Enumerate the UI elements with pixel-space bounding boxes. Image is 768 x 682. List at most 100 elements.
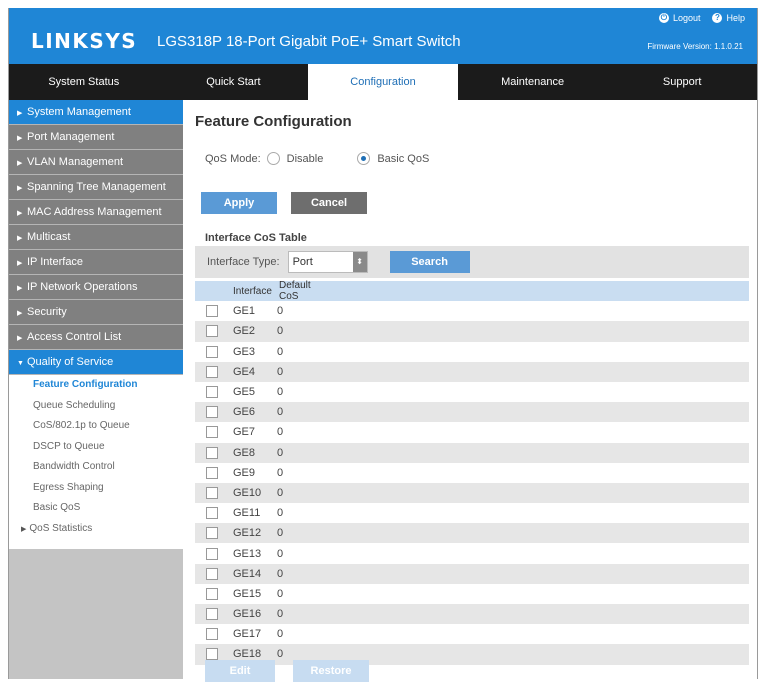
row-check-cell <box>195 567 229 580</box>
row-check-cell <box>195 305 229 318</box>
tab-configuration[interactable]: Configuration <box>308 64 458 100</box>
sidebar-item-quality-of-service[interactable]: ▼ Quality of Service <box>9 350 183 375</box>
firmware-version: Firmware Version: 1.1.0.21 <box>647 42 743 51</box>
row-checkbox[interactable] <box>206 345 218 358</box>
row-checkbox[interactable] <box>206 527 218 540</box>
chevron-right-icon: ▶ <box>17 135 23 142</box>
row-checkbox[interactable] <box>206 486 218 499</box>
table-row: GE18 0 <box>195 644 749 665</box>
row-checkbox[interactable] <box>206 325 218 338</box>
cell-default-cos: 0 <box>277 486 284 499</box>
cell-default-cos: 0 <box>277 325 284 338</box>
chevron-right-icon: ▶ <box>17 210 23 217</box>
row-checkbox[interactable] <box>206 365 218 378</box>
table-row: GE13 0 <box>195 543 749 564</box>
search-button[interactable]: Search <box>389 251 470 273</box>
header-links: ⏻ Logout ? Help <box>658 13 745 23</box>
row-check-cell <box>195 365 229 378</box>
chevron-right-icon: ▶ <box>17 110 23 117</box>
cell-default-cos: 0 <box>277 406 284 419</box>
submenu-basic-qos[interactable]: Basic QoS <box>9 498 183 519</box>
qos-submenu: Feature Configuration Queue Scheduling C… <box>9 375 183 549</box>
brand-logo: LINKSYS <box>31 29 138 53</box>
row-checkbox[interactable] <box>206 608 218 621</box>
sidebar-item-access-control-list[interactable]: ▶ Access Control List <box>9 325 183 350</box>
row-checkbox[interactable] <box>206 446 218 459</box>
row-checkbox[interactable] <box>206 406 218 419</box>
submenu-dscp-to-queue[interactable]: DSCP to Queue <box>9 437 183 458</box>
row-checkbox[interactable] <box>206 426 218 439</box>
submenu-feature-configuration[interactable]: Feature Configuration <box>9 375 183 396</box>
row-checkbox[interactable] <box>206 567 218 580</box>
cell-interface: GE8 <box>233 446 256 459</box>
help-link[interactable]: ? Help <box>712 13 745 23</box>
sidebar-item-multicast[interactable]: ▶ Multicast <box>9 225 183 250</box>
row-checkbox[interactable] <box>206 547 218 560</box>
row-checkbox[interactable] <box>206 507 218 520</box>
submenu-bandwidth-control[interactable]: Bandwidth Control <box>9 457 183 478</box>
row-checkbox[interactable] <box>206 305 218 318</box>
cell-default-cos: 0 <box>277 466 284 479</box>
radio-basic-qos[interactable] <box>357 152 371 165</box>
col-default-cos: Default CoS <box>279 280 311 303</box>
cell-default-cos: 0 <box>277 426 284 439</box>
chevron-right-icon: ▶ <box>17 235 23 242</box>
sidebar-item-spanning-tree[interactable]: ▶ Spanning Tree Management <box>9 175 183 200</box>
row-checkbox[interactable] <box>206 386 218 399</box>
row-check-cell <box>195 345 229 358</box>
interface-type-select[interactable]: Port ⬍ <box>287 251 368 273</box>
tab-system-status[interactable]: System Status <box>9 64 159 100</box>
row-check-cell <box>195 547 229 560</box>
sidebar-item-label: Port Management <box>27 131 115 143</box>
table-row: GE5 0 <box>195 381 749 403</box>
sidebar-item-ip-network-operations[interactable]: ▶ IP Network Operations <box>9 275 183 300</box>
table-row: GE8 0 <box>195 442 749 463</box>
sidebar-item-label: Access Control List <box>27 331 122 343</box>
row-check-cell <box>195 486 229 499</box>
radio-disable[interactable] <box>266 152 280 165</box>
apply-button[interactable]: Apply <box>201 192 277 214</box>
submenu-egress-shaping[interactable]: Egress Shaping <box>9 478 183 499</box>
sidebar-item-security[interactable]: ▶ Security <box>9 300 183 325</box>
table-row: GE17 0 <box>195 624 749 645</box>
sidebar-item-label: Quality of Service <box>27 356 114 368</box>
tab-support[interactable]: Support <box>607 64 757 100</box>
logout-link[interactable]: ⏻ Logout <box>658 13 700 23</box>
table-row: GE14 0 <box>195 563 749 584</box>
cell-default-cos: 0 <box>277 386 284 399</box>
sidebar-item-ip-interface[interactable]: ▶ IP Interface <box>9 250 183 275</box>
row-checkbox[interactable] <box>206 587 218 600</box>
cell-default-cos: 0 <box>277 527 284 540</box>
row-checkbox[interactable] <box>206 628 218 641</box>
table-row: GE10 0 <box>195 482 749 504</box>
chevron-right-icon: ▶ <box>17 185 23 192</box>
table-row: GE15 0 <box>195 583 749 604</box>
sidebar-item-label: VLAN Management <box>27 156 123 168</box>
sidebar-item-vlan-management[interactable]: ▶ VLAN Management <box>9 150 183 175</box>
row-checkbox[interactable] <box>206 466 218 479</box>
submenu-queue-scheduling[interactable]: Queue Scheduling <box>9 396 183 417</box>
row-checkbox[interactable] <box>206 648 218 661</box>
table-body: GE1 0 GE2 0 GE3 0 GE4 0 GE5 0 GE6 0 GE7 0 GE8 0 GE9 0 GE10… <box>195 301 749 665</box>
row-check-cell <box>195 608 229 621</box>
sidebar-item-mac-address[interactable]: ▶ MAC Address Management <box>9 200 183 225</box>
qos-mode-label: QoS Mode: <box>205 152 261 165</box>
cell-default-cos: 0 <box>277 567 284 580</box>
cos-table: Interface Default CoS GE1 0 GE2 0 GE3 0 GE4 0 GE… <box>195 280 749 665</box>
table-row: GE12 0 <box>195 523 749 544</box>
sidebar-item-label: MAC Address Management <box>27 206 162 218</box>
sidebar-item-system-management[interactable]: ▶ System Management <box>9 100 183 125</box>
help-label: Help <box>726 13 745 23</box>
sidebar-item-port-management[interactable]: ▶ Port Management <box>9 125 183 150</box>
sidebar-item-label: System Management <box>27 106 131 118</box>
tab-quick-start[interactable]: Quick Start <box>159 64 309 100</box>
tab-maintenance[interactable]: Maintenance <box>458 64 608 100</box>
submenu-qos-statistics[interactable]: ▶ QoS Statistics <box>9 519 183 540</box>
main-content: Feature Configuration QoS Mode: Disable … <box>183 100 757 682</box>
radio-disable-label: Disable <box>286 152 324 165</box>
cancel-button[interactable]: Cancel <box>291 192 367 214</box>
cell-interface: GE13 <box>233 547 262 560</box>
top-nav: System Status Quick Start Configuration … <box>9 64 757 100</box>
submenu-cos-to-queue[interactable]: CoS/802.1p to Queue <box>9 416 183 437</box>
row-check-cell <box>195 628 229 641</box>
